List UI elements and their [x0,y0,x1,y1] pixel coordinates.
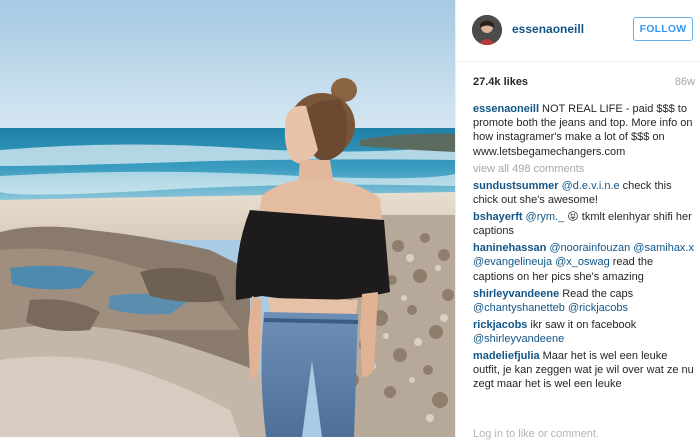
login-to-comment-prompt[interactable]: Log in to like or comment. [473,428,693,440]
view-all-comments-link[interactable]: view all 498 comments [473,162,695,176]
list-item: sundustsummer @d.e.v.i.n.e check this chi… [473,179,695,207]
follow-button[interactable]: FOLLOW [633,17,693,41]
list-item: haninehassan @noorainfouzan @samihax.x @e… [473,241,695,284]
likes-row: 27.4k likes 86w [473,76,695,90]
list-item: bshayerft @rym._ 😝 tkmlt elenhyar shifi h… [473,210,695,238]
comment-username[interactable]: sundustsummer [473,180,559,192]
list-item: shirleyvandeene Read the caps @chantyshan… [473,287,695,315]
post-author-username[interactable]: essenaoneill [512,22,584,36]
comments-list: essenaoneill NOT REAL LIFE - paid $$$ to … [473,102,695,414]
list-item: madeliefjulia Maar het is wel een leuke o… [473,349,695,392]
post-photo[interactable] [0,0,455,437]
beach-photo-illustration [0,0,455,437]
comment-username[interactable]: haninehassan [473,242,546,254]
comment-mention[interactable]: @rym._ [526,211,565,223]
comment-mention[interactable]: @d.e.v.i.n.e [562,180,620,192]
avatar-image [472,15,502,45]
comment-username[interactable]: shirleyvandeene [473,288,559,300]
post-side-panel: essenaoneill FOLLOW 27.4k likes 86w esse… [455,0,700,440]
caption-username[interactable]: essenaoneill [473,103,539,115]
list-item: rickjacobs ikr saw it on facebook @shirle… [473,318,695,346]
post-age[interactable]: 86w [675,76,695,88]
post-header: essenaoneill FOLLOW [456,0,700,62]
avatar[interactable] [472,15,502,45]
comment-username[interactable]: madeliefjulia [473,350,540,362]
comment-username[interactable]: bshayerft [473,211,523,223]
caption: essenaoneill NOT REAL LIFE - paid $$$ to … [473,102,695,159]
likes-count[interactable]: 27.4k likes [473,76,528,88]
comment-username[interactable]: rickjacobs [473,319,527,331]
